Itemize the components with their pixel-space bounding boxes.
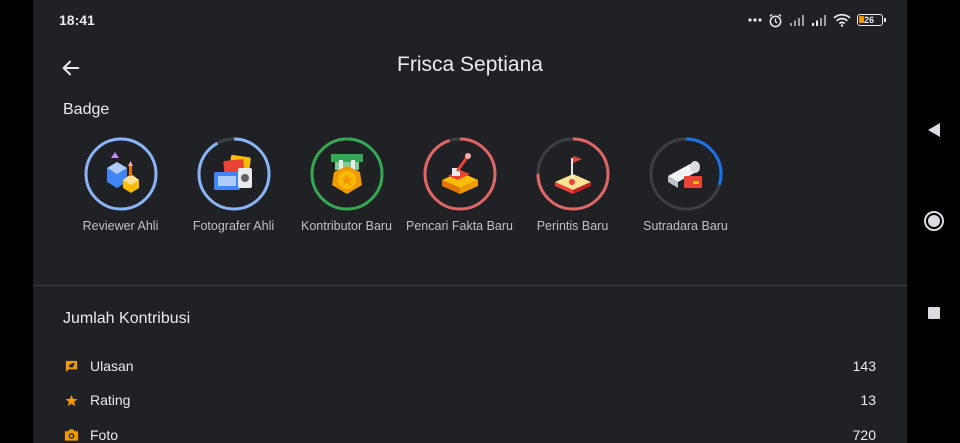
status-icons: 26 [748,10,886,30]
badge-label: Reviewer Ahli [82,219,159,233]
badge-label: Fotografer Ahli [192,219,275,233]
contribution-label: Foto [90,427,119,443]
wifi-icon [833,13,851,27]
contribution-label: Ulasan [90,358,134,374]
status-time: 18:41 [59,12,95,28]
contribution-row-reviews[interactable]: Ulasan 143 [63,354,876,378]
nav-recents-button[interactable] [921,300,947,326]
circle-home-icon [924,211,944,231]
badge-list: Reviewer Ahli Fotografer Ahli Kontributo… [64,136,742,233]
contribution-count: 13 [860,392,876,408]
badge-contributor[interactable]: Kontributor Baru [290,136,403,233]
badge-label: Sutradara Baru [643,219,728,233]
page-title: Frisca Septiana [397,53,543,76]
contribution-label: Rating [90,392,131,408]
contribution-count: 143 [852,358,876,374]
badge-label: Perintis Baru [536,219,609,233]
triangle-back-icon [928,123,940,137]
battery-icon: 26 [857,14,886,26]
reviewer-badge-icon [106,152,139,193]
contribution-heading: Jumlah Kontribusi [63,310,191,327]
navigation-bar [907,0,960,443]
signal-icon-1 [789,14,805,27]
badge-fact-finder[interactable]: Pencari Fakta Baru [403,136,516,233]
battery-level: 26 [864,14,875,25]
status-bar: 18:41 26 [33,0,907,40]
badge-photographer[interactable]: Fotografer Ahli [177,136,290,233]
alarm-icon [768,13,783,28]
nav-back-button[interactable] [921,117,947,143]
camera-icon [63,427,79,443]
photographer-badge-icon [213,154,252,190]
fact-finder-badge-icon [441,153,478,194]
review-icon [63,358,79,374]
badge-label: Kontributor Baru [300,219,393,233]
square-recents-icon [928,307,940,319]
badge-reviewer[interactable]: Reviewer Ahli [64,136,177,233]
contribution-row-ratings[interactable]: Rating 13 [63,388,876,412]
contribution-row-photos[interactable]: Foto 720 [63,423,876,443]
badge-heading: Badge [63,101,110,118]
director-badge-icon [667,161,702,188]
pioneer-badge-icon [554,156,591,194]
app-bar: Frisca Septiana [33,40,907,96]
phone-screen: 18:41 26 Frisca Septiana Badge Reviewer … [33,0,907,443]
more-notifications-icon [748,18,762,22]
star-icon [63,392,79,408]
badge-director[interactable]: Sutradara Baru [629,136,742,233]
nav-home-button[interactable] [921,208,947,234]
contribution-count: 720 [852,427,876,443]
badge-section: Badge Reviewer Ahli Fotografer Ahli Kont… [33,96,907,285]
badge-pioneer[interactable]: Perintis Baru [516,136,629,233]
contribution-section: Jumlah Kontribusi Ulasan 143 Rating 13 F… [33,286,907,443]
signal-icon-2 [811,14,827,27]
contributor-badge-icon [330,154,363,194]
badge-label: Pencari Fakta Baru [406,219,513,233]
